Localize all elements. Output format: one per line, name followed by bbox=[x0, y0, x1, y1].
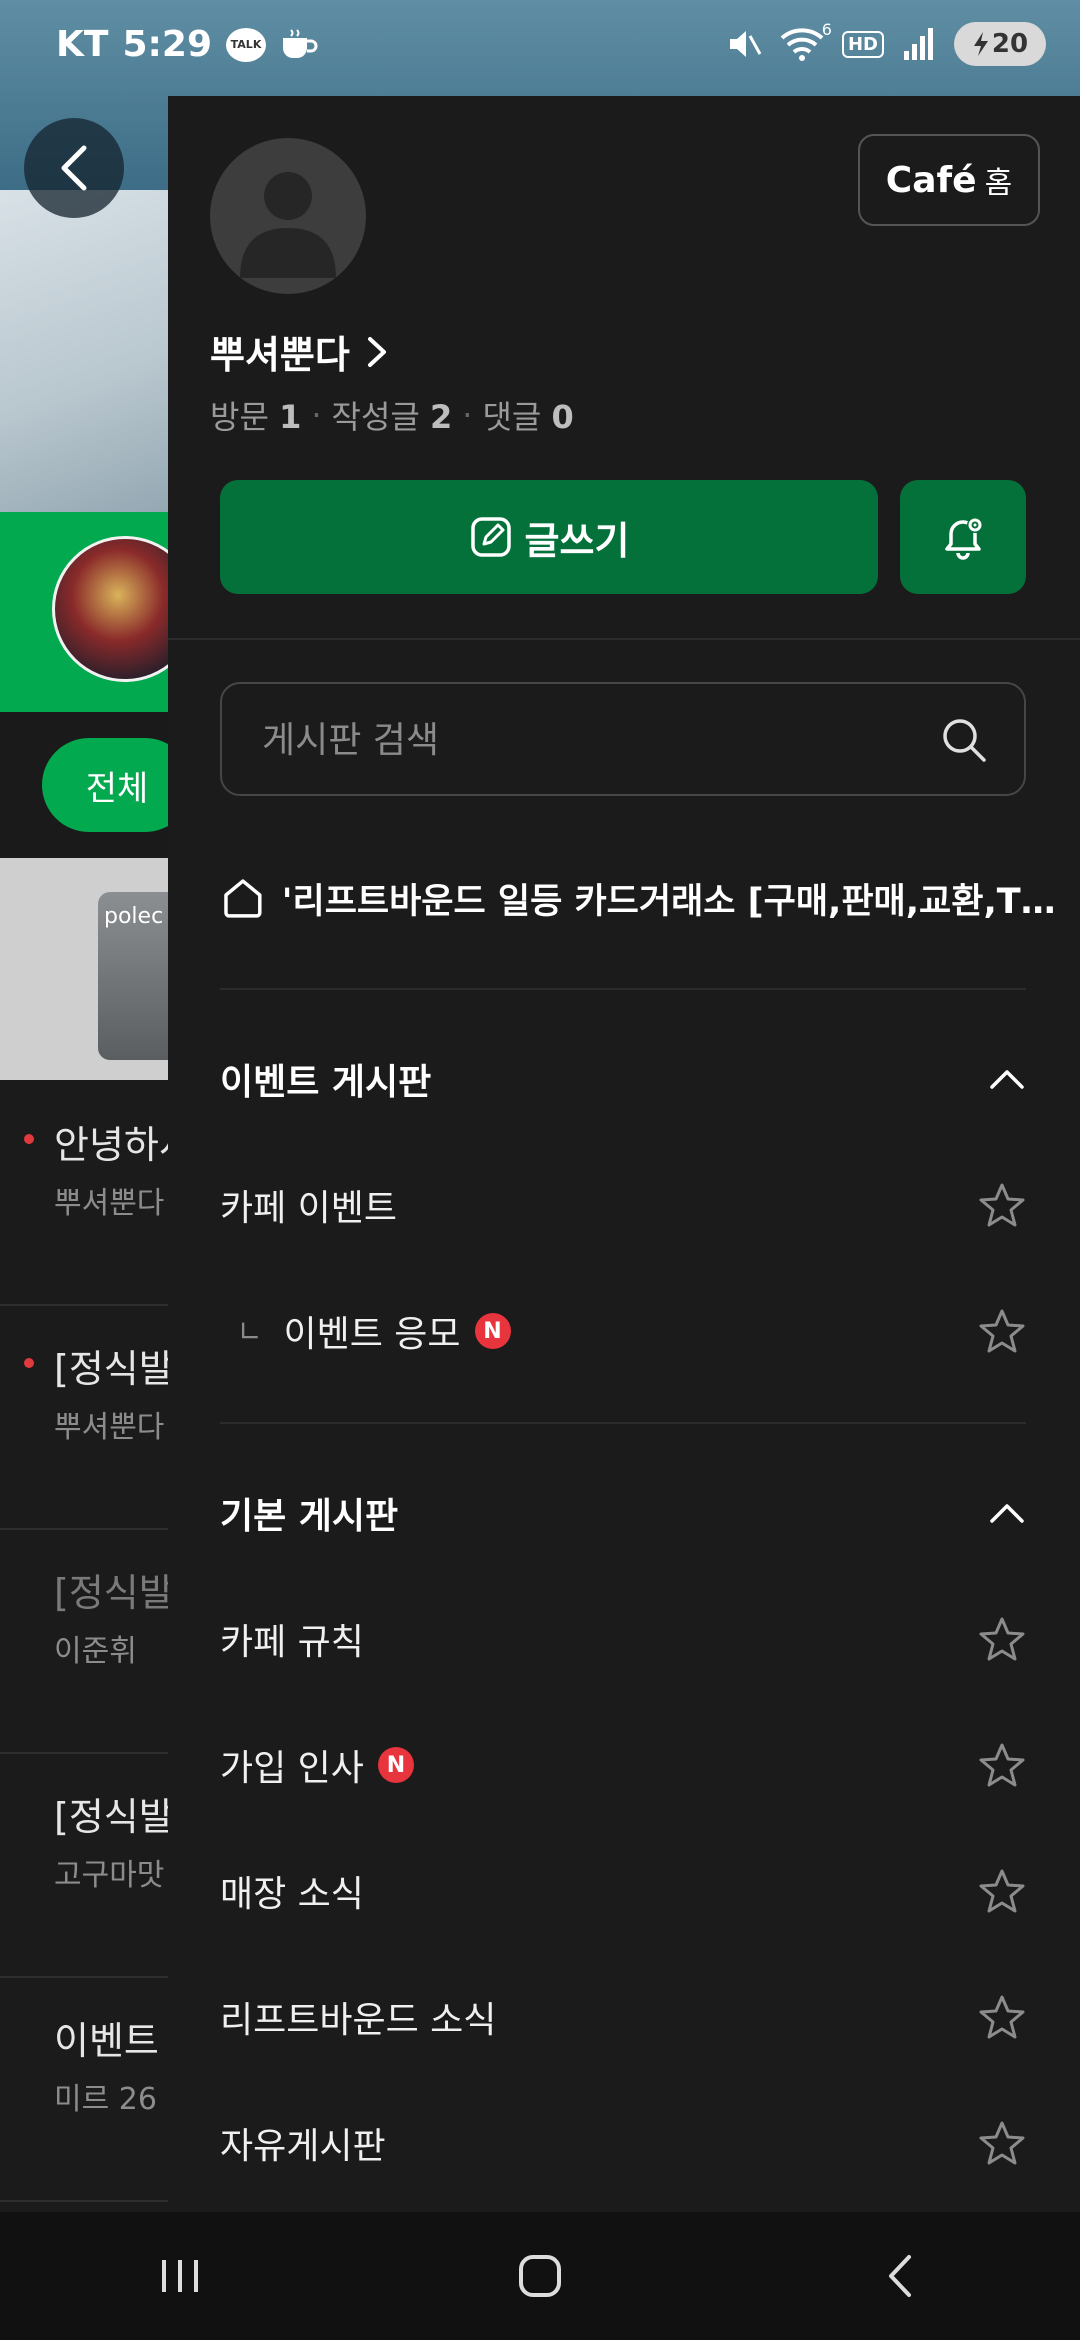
recent-apps-button[interactable] bbox=[120, 2236, 240, 2316]
sub-board-marker: ∟ bbox=[238, 1314, 262, 1348]
new-badge: N bbox=[377, 1747, 414, 1783]
write-label: 글쓰기 bbox=[524, 518, 630, 563]
post-author: 고구마맛 bbox=[54, 1858, 165, 1893]
post-title: [정식발 bbox=[54, 1571, 174, 1615]
new-badge: N bbox=[474, 1313, 511, 1349]
system-back-button[interactable] bbox=[840, 2236, 960, 2316]
wifi-icon bbox=[780, 28, 824, 61]
board-search-box[interactable] bbox=[220, 682, 1026, 796]
divider bbox=[168, 638, 1080, 640]
system-navigation-bar bbox=[0, 2212, 1080, 2340]
stat-separator: · bbox=[462, 396, 473, 434]
kakaotalk-icon: TALK bbox=[226, 27, 266, 62]
cover-image-detail bbox=[0, 190, 170, 512]
board-item-cafe-event[interactable]: 카페 이벤트 bbox=[220, 1160, 1026, 1250]
profile-nickname-link[interactable]: 뿌셔뿐다 bbox=[210, 324, 388, 379]
coffee-cup-icon bbox=[283, 28, 318, 58]
cafe-logo-text: Café bbox=[885, 159, 977, 201]
chevron-left-icon bbox=[889, 2255, 911, 2297]
board-label: 카페 이벤트 bbox=[220, 1188, 398, 1229]
star-outline-icon[interactable] bbox=[978, 1994, 1026, 2040]
banner-brand: polec bbox=[104, 904, 164, 929]
divider bbox=[220, 1422, 1026, 1424]
stat-visit[interactable]: 방문 1 bbox=[210, 392, 301, 438]
board-label: 이벤트 응모 bbox=[283, 1314, 461, 1355]
battery-indicator: 20 bbox=[954, 22, 1046, 66]
star-outline-icon[interactable] bbox=[978, 1742, 1026, 1788]
clock: 5:29 bbox=[122, 24, 212, 65]
star-outline-icon[interactable] bbox=[978, 1868, 1026, 1914]
star-outline-icon[interactable] bbox=[978, 1308, 1026, 1354]
post-title: [정식발 bbox=[54, 1347, 174, 1391]
post-title: 이벤트 bbox=[54, 2019, 159, 2063]
board-search-input[interactable] bbox=[260, 684, 904, 796]
section-title: 이벤트 게시판 bbox=[220, 1062, 432, 1103]
unread-dot bbox=[24, 1134, 34, 1144]
mute-icon bbox=[729, 31, 762, 57]
chevron-up-icon[interactable] bbox=[988, 1067, 1026, 1091]
default-profile-icon bbox=[240, 172, 336, 278]
cafe-main-link[interactable]: '리프트바운드 일등 카드거래소 [구매,판매,교환,TC... bbox=[220, 868, 1060, 928]
section-header-event[interactable]: 이벤트 게시판 bbox=[220, 1044, 1026, 1114]
post-title: [정식발 bbox=[54, 1795, 174, 1839]
star-outline-icon[interactable] bbox=[978, 1616, 1026, 1662]
carrier-label: KT bbox=[56, 24, 109, 65]
signal-icon bbox=[904, 28, 933, 60]
star-outline-icon[interactable] bbox=[978, 1182, 1026, 1228]
board-item-cafe-rules[interactable]: 카페 규칙 bbox=[220, 1594, 1026, 1684]
status-bar: KT 5:29 TALK 6 HD 20 bbox=[0, 0, 1080, 96]
board-label: 리프트바운드 소식 bbox=[220, 2000, 497, 2041]
post-author: 뿌셔뿐다 bbox=[54, 1410, 165, 1445]
board-item-free-board[interactable]: 자유게시판 bbox=[220, 2098, 1026, 2188]
post-author: 이준휘 bbox=[54, 1634, 137, 1669]
divider bbox=[220, 988, 1026, 990]
board-label: 가입 인사 bbox=[220, 1748, 364, 1789]
board-label: 카페 규칙 bbox=[220, 1622, 364, 1663]
stat-separator: · bbox=[311, 396, 322, 434]
board-item-greetings[interactable]: 가입 인사 N bbox=[220, 1720, 1026, 1810]
chevron-left-icon bbox=[61, 145, 87, 191]
board-item-event-entry[interactable]: ∟ 이벤트 응모 N bbox=[220, 1286, 1026, 1376]
cafe-name: '리프트바운드 일등 카드거래소 [구매,판매,교환,TC... bbox=[281, 881, 1060, 922]
board-item-store-news[interactable]: 매장 소식 bbox=[220, 1846, 1026, 1936]
chevron-up-icon[interactable] bbox=[988, 1501, 1026, 1525]
section-title: 기본 게시판 bbox=[220, 1496, 399, 1537]
bell-settings-icon bbox=[945, 517, 983, 560]
star-outline-icon[interactable] bbox=[978, 2120, 1026, 2166]
chevron-right-icon bbox=[367, 336, 386, 367]
charging-bolt-icon bbox=[973, 32, 988, 56]
wifi-badge: 6 bbox=[821, 20, 832, 39]
recent-apps-icon bbox=[162, 2260, 198, 2292]
board-label: 자유게시판 bbox=[220, 2126, 386, 2167]
stat-comments[interactable]: 댓글 0 bbox=[482, 392, 573, 438]
board-item-riftbound-news[interactable]: 리프트바운드 소식 bbox=[220, 1972, 1026, 2062]
avatar[interactable] bbox=[210, 138, 366, 294]
profile-stats: 방문 1 · 작성글 2 · 댓글 0 bbox=[210, 392, 574, 438]
back-button[interactable] bbox=[24, 118, 124, 218]
section-header-basic[interactable]: 기본 게시판 bbox=[220, 1478, 1026, 1548]
write-post-button[interactable]: 글쓰기 bbox=[220, 480, 878, 594]
hd-voice-badge: HD bbox=[841, 30, 884, 58]
house-icon bbox=[224, 879, 262, 918]
post-author: 뿌셔뿐다 bbox=[54, 1186, 165, 1221]
cafe-menu-drawer: Café 홈 뿌셔뿐다 방문 1 · 작성글 2 · 댓글 0 글쓰기 게시판 … bbox=[168, 96, 1080, 2212]
board-label: 매장 소식 bbox=[220, 1874, 364, 1915]
notification-settings-button[interactable] bbox=[900, 480, 1026, 594]
nickname: 뿌셔뿐다 bbox=[210, 333, 350, 377]
cafe-home-button[interactable]: Café 홈 bbox=[858, 134, 1040, 226]
stat-posts[interactable]: 작성글 2 bbox=[332, 392, 453, 438]
home-label: 홈 bbox=[984, 166, 1013, 201]
battery-level: 20 bbox=[991, 29, 1029, 59]
home-square-icon bbox=[519, 2255, 561, 2297]
edit-icon bbox=[470, 517, 511, 557]
unread-dot bbox=[24, 1358, 34, 1368]
home-button[interactable] bbox=[480, 2236, 600, 2316]
search-icon[interactable] bbox=[940, 716, 988, 764]
post-author: 미르 26 bbox=[54, 2082, 157, 2117]
